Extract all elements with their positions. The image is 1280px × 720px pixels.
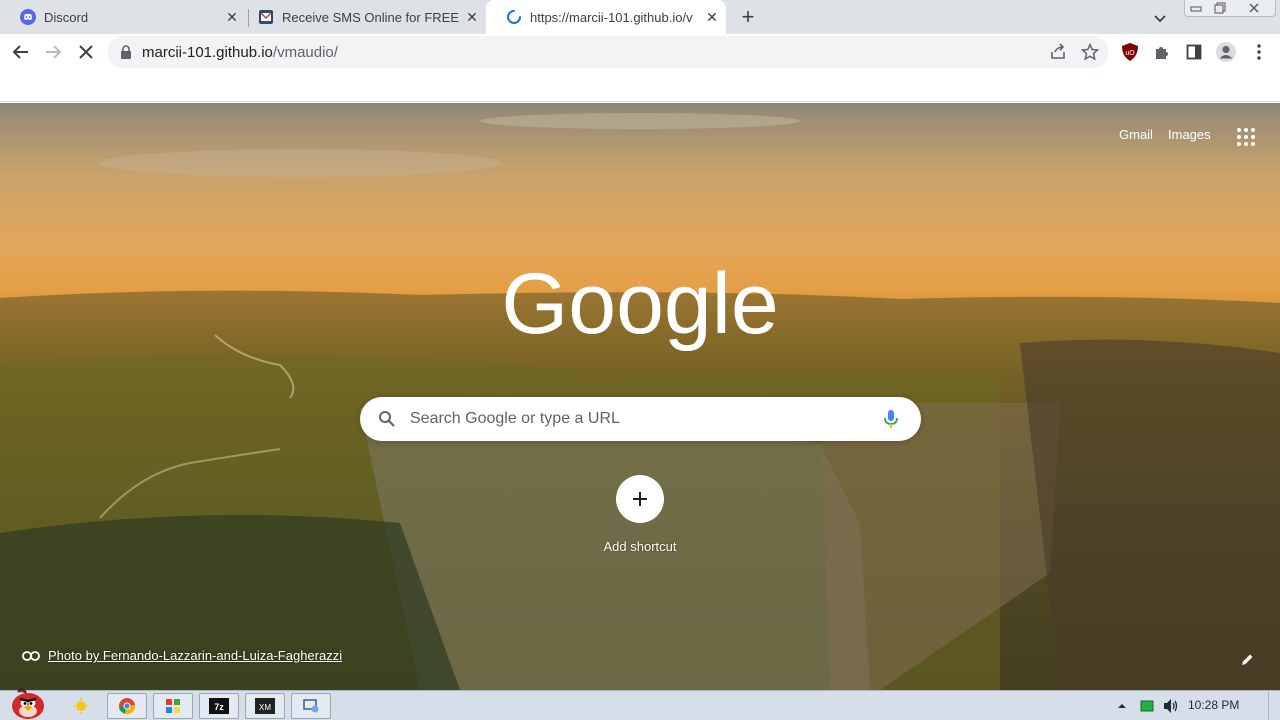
link-icon	[22, 650, 40, 661]
angry-bird-start-icon	[12, 688, 44, 719]
svg-text:uO: uO	[1125, 50, 1135, 57]
chevron-down-icon[interactable]	[1150, 8, 1170, 28]
arrow-right-icon	[46, 45, 62, 59]
close-icon	[1249, 3, 1259, 13]
avatar-icon	[1216, 42, 1236, 62]
lock-icon[interactable]	[120, 45, 132, 59]
side-panel-button[interactable]	[1181, 39, 1207, 65]
taskbar-xm[interactable]: XM	[245, 693, 285, 719]
back-button[interactable]	[8, 39, 34, 65]
restore-button[interactable]	[1209, 0, 1231, 16]
share-button[interactable]	[1048, 42, 1068, 62]
tab-discord[interactable]: Discord ✕	[0, 0, 246, 34]
weather-sun-icon	[73, 698, 89, 714]
7zip-icon: 7z	[209, 698, 229, 714]
svg-text:7z: 7z	[214, 702, 224, 712]
close-tab-icon[interactable]: ✕	[702, 7, 722, 27]
start-button[interactable]	[2, 685, 50, 720]
tab-active-marcii[interactable]: https://marcii-101.github.io/v ✕	[486, 0, 726, 34]
svg-text:XM: XM	[259, 703, 271, 712]
attribution-text: Photo by Fernando-Lazzarin-and-Luiza-Fag…	[48, 648, 343, 663]
network-app-icon	[303, 699, 319, 713]
speaker-icon	[1164, 699, 1178, 713]
taskbar-network-app[interactable]	[291, 693, 331, 719]
tab-title: Discord	[44, 9, 89, 25]
taskbar-color-app[interactable]	[153, 693, 193, 719]
xm-icon: XM	[255, 698, 275, 714]
ublock-extension-button[interactable]: uO	[1117, 39, 1143, 65]
search-box[interactable]	[360, 397, 921, 441]
tab-title: Receive SMS Online for FREE |	[282, 9, 462, 25]
search-input[interactable]	[410, 397, 870, 441]
discord-icon	[20, 9, 36, 25]
ublock-shield-icon: uO	[1122, 43, 1138, 61]
tab-strip: Discord ✕ Receive SMS Online for FREE | …	[0, 0, 1280, 34]
url-text[interactable]: marcii-101.github.io/vmaudio/	[142, 44, 338, 61]
new-tab-page: Gmail Images Google Add shortcut	[0, 103, 1280, 690]
menu-button[interactable]	[1246, 39, 1272, 65]
gmail-link[interactable]: Gmail	[1119, 127, 1153, 142]
chevron-up-icon	[1118, 704, 1126, 708]
tray-battery[interactable]	[1138, 693, 1156, 719]
show-desktop-button[interactable]	[1268, 691, 1280, 720]
close-window-button[interactable]	[1243, 0, 1265, 16]
share-icon	[1051, 43, 1065, 59]
images-link[interactable]: Images	[1168, 127, 1211, 142]
logo-text: Google	[503, 261, 777, 352]
close-tab-icon[interactable]: ✕	[462, 7, 482, 27]
more-vert-icon	[1257, 44, 1261, 60]
taskbar-7zip[interactable]: 7z	[199, 693, 239, 719]
add-shortcut-label: Add shortcut	[603, 539, 677, 554]
bookmark-button[interactable]	[1080, 42, 1100, 62]
restore-icon	[1214, 2, 1226, 14]
tab-receive-sms[interactable]: Receive SMS Online for FREE | ✕	[238, 0, 486, 34]
google-logo: Google	[503, 261, 777, 352]
sms-mail-icon	[259, 10, 273, 24]
system-clock[interactable]: 10:28 PM	[1188, 698, 1239, 712]
minimize-icon	[1190, 6, 1202, 12]
microphone-icon[interactable]	[881, 409, 901, 429]
url-path: /vmaudio/	[272, 44, 338, 61]
battery-icon	[1140, 700, 1154, 712]
toolbar: marcii-101.github.io/vmaudio/ uO	[0, 34, 1280, 70]
stop-loading-button[interactable]	[73, 39, 99, 65]
bookmarks-bar	[0, 70, 1280, 102]
plus-icon	[633, 492, 647, 506]
new-tab-button[interactable]: +	[737, 4, 759, 29]
extensions-button[interactable]	[1149, 39, 1175, 65]
profile-button[interactable]	[1213, 39, 1239, 65]
url-host: marcii-101.github.io	[142, 44, 273, 61]
photo-attribution-link[interactable]: Photo by Fernando-Lazzarin-and-Luiza-Fag…	[22, 648, 342, 663]
apps-grid-icon[interactable]	[1234, 125, 1258, 149]
address-bar[interactable]: marcii-101.github.io/vmaudio/	[108, 36, 1108, 68]
taskbar-chrome[interactable]	[107, 693, 147, 719]
add-shortcut-button[interactable]: Add shortcut	[596, 475, 684, 559]
star-icon	[1081, 43, 1099, 61]
add-shortcut-circle[interactable]	[616, 475, 664, 523]
arrow-left-icon	[12, 45, 28, 59]
minimize-button[interactable]	[1185, 0, 1207, 16]
tray-expand-button[interactable]	[1114, 693, 1130, 719]
side-panel-icon	[1186, 44, 1202, 60]
tray-volume[interactable]	[1160, 693, 1182, 719]
forward-button[interactable]	[40, 39, 66, 65]
color-app-icon	[166, 699, 180, 713]
chrome-icon	[119, 698, 136, 715]
weather-app-button[interactable]	[70, 693, 92, 719]
close-icon	[79, 45, 93, 59]
search-icon	[379, 411, 395, 427]
taskbar: 7z XM 10:28 PM	[0, 688, 1280, 720]
loading-spinner-icon	[507, 10, 521, 24]
customize-chrome-button[interactable]	[1236, 649, 1258, 671]
puzzle-piece-icon	[1156, 47, 1168, 59]
pencil-icon	[1242, 654, 1253, 665]
tab-title: https://marcii-101.github.io/v	[530, 9, 693, 25]
